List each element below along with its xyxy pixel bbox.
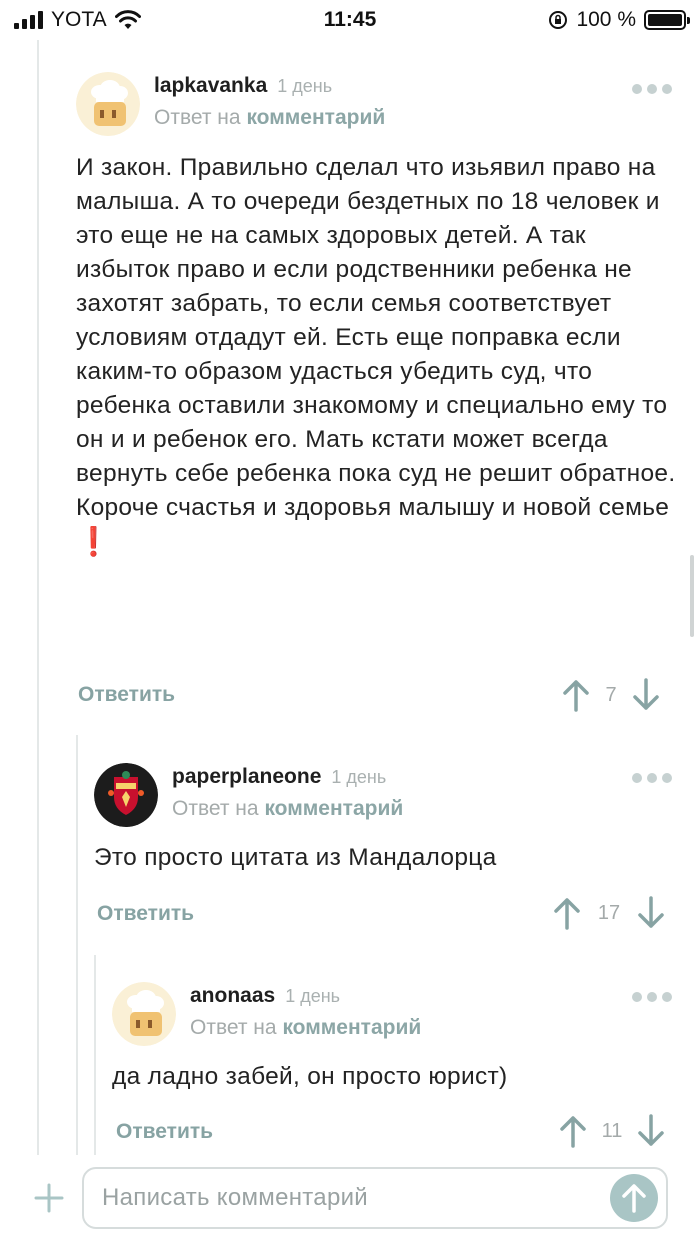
- orientation-lock-icon: [549, 11, 568, 29]
- reply-to-prefix: Ответ на: [172, 797, 259, 820]
- more-options-icon[interactable]: [632, 992, 672, 1002]
- reply-to-comment-link[interactable]: комментарий: [264, 797, 403, 820]
- more-options-icon[interactable]: [632, 84, 672, 94]
- rating-count: 11: [601, 1119, 623, 1142]
- comment-body: И закон. Правильно сделал что изьявил пр…: [76, 154, 676, 521]
- plus-icon[interactable]: [34, 1183, 64, 1213]
- username[interactable]: anonaas: [190, 984, 275, 1008]
- battery-icon: [644, 10, 690, 30]
- chef-toast-avatar-icon[interactable]: [112, 982, 176, 1046]
- wifi-icon: [114, 10, 141, 29]
- comment-body: да ладно забей, он просто юрист): [112, 1063, 508, 1090]
- upvote-arrow-icon[interactable]: [561, 678, 591, 712]
- rating-count: 17: [597, 901, 621, 924]
- comment-composer: Написать комментарий: [0, 1155, 700, 1245]
- comment-body: Это просто цитата из Мандалорца: [94, 844, 497, 871]
- downvote-arrow-icon[interactable]: [631, 678, 661, 712]
- battery-percent: 100 %: [576, 8, 636, 31]
- reply-to-line: Ответ на комментарий: [172, 797, 403, 821]
- downvote-arrow-icon[interactable]: [636, 896, 666, 930]
- scrollbar[interactable]: [690, 555, 694, 637]
- send-button[interactable]: [610, 1174, 658, 1222]
- upvote-arrow-icon[interactable]: [552, 896, 582, 930]
- username[interactable]: paperplaneone: [172, 765, 321, 789]
- timestamp: 1 день: [331, 767, 387, 787]
- reply-to-prefix: Ответ на: [154, 106, 241, 129]
- liverpool-crest-avatar-icon[interactable]: [94, 763, 158, 827]
- downvote-arrow-icon[interactable]: [636, 1114, 666, 1148]
- status-bar: YOTA 11:45 100 %: [0, 0, 700, 40]
- thread-line: [94, 955, 96, 1155]
- arrow-up-icon: [622, 1184, 646, 1213]
- comment-text: Это просто цитата из Мандалорца: [94, 841, 674, 875]
- comment-input-placeholder: Написать комментарий: [102, 1184, 369, 1211]
- reply-button[interactable]: Ответить: [116, 1120, 213, 1144]
- more-options-icon[interactable]: [632, 773, 672, 783]
- reply-to-line: Ответ на комментарий: [154, 106, 385, 130]
- rating-count: 7: [605, 683, 617, 706]
- reply-button[interactable]: Ответить: [97, 902, 194, 926]
- reply-to-prefix: Ответ на: [190, 1016, 277, 1039]
- reply-button[interactable]: Ответить: [78, 683, 175, 707]
- comment-input[interactable]: Написать комментарий: [82, 1167, 668, 1229]
- cellular-signal-icon: [14, 11, 43, 29]
- timestamp: 1 день: [285, 986, 341, 1006]
- reply-to-comment-link[interactable]: комментарий: [282, 1016, 421, 1039]
- comment-text: И закон. Правильно сделал что изьявил пр…: [76, 151, 676, 561]
- thread-line: [76, 735, 78, 1155]
- comment-text: да ладно забей, он просто юрист): [112, 1060, 672, 1094]
- timestamp: 1 день: [277, 76, 333, 96]
- carrier-label: YOTA: [51, 8, 107, 31]
- reply-to-comment-link[interactable]: комментарий: [246, 106, 385, 129]
- chef-toast-avatar-icon[interactable]: [76, 72, 140, 136]
- thread-line: [37, 40, 39, 1155]
- exclamation-emoji: ❗: [76, 526, 112, 557]
- username[interactable]: lapkavanka: [154, 74, 267, 98]
- upvote-arrow-icon[interactable]: [558, 1114, 588, 1148]
- reply-to-line: Ответ на комментарий: [190, 1016, 421, 1040]
